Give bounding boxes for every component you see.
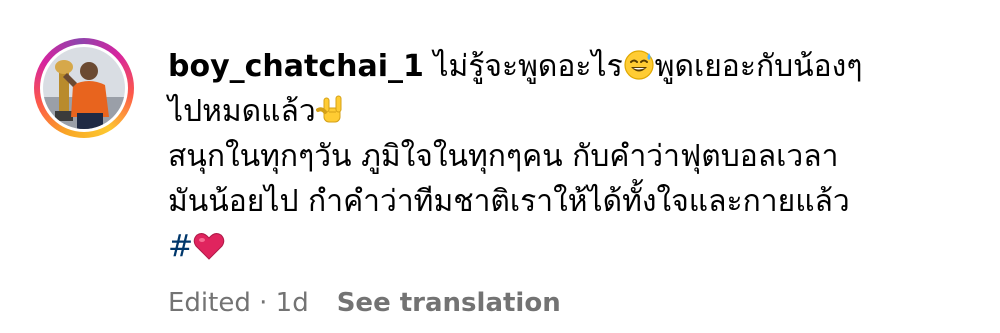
rock-hand-emoji-icon <box>315 95 342 123</box>
avatar-story-ring[interactable] <box>34 38 134 138</box>
comment-age[interactable]: 1d <box>276 288 309 318</box>
comment-text: ไปหมดแล้ว <box>168 94 316 129</box>
comment-line-5: # <box>168 224 968 269</box>
comment-line-1: boy_chatchai_1 ไม่รู้จะพูดอะไร พูดเยอะกั… <box>168 44 968 89</box>
avatar[interactable] <box>43 47 125 129</box>
sweat-smile-emoji-icon <box>624 50 654 80</box>
username-link[interactable]: boy_chatchai_1 <box>168 49 424 84</box>
comment-text: ไม่รู้จะพูดอะไร <box>423 49 623 84</box>
comment-line-3: สนุกในทุกๆวัน ภูมิใจในทุกๆคน กับคำว่าฟุต… <box>168 139 839 174</box>
comment-line-4: มันน้อยไป กำคำว่าทีมชาติเราให้ได้ทั้งใจแ… <box>168 184 850 219</box>
comment-line-2: ไปหมดแล้ว <box>168 89 968 134</box>
avatar-ring-gap <box>40 44 128 132</box>
meta-separator: · <box>250 288 276 318</box>
comment-text: พูดเยอะกับน้องๆ <box>654 49 863 84</box>
red-heart-emoji-icon <box>193 233 225 260</box>
see-translation-button[interactable]: See translation <box>337 288 561 318</box>
edited-label: Edited <box>168 288 251 318</box>
comment-meta: Edited · 1d See translation <box>168 283 561 323</box>
hashtag-link[interactable]: # <box>168 229 193 264</box>
comment: boy_chatchai_1 ไม่รู้จะพูดอะไร พูดเยอะกั… <box>0 0 1000 333</box>
comment-body: boy_chatchai_1 ไม่รู้จะพูดอะไร พูดเยอะกั… <box>168 44 968 269</box>
